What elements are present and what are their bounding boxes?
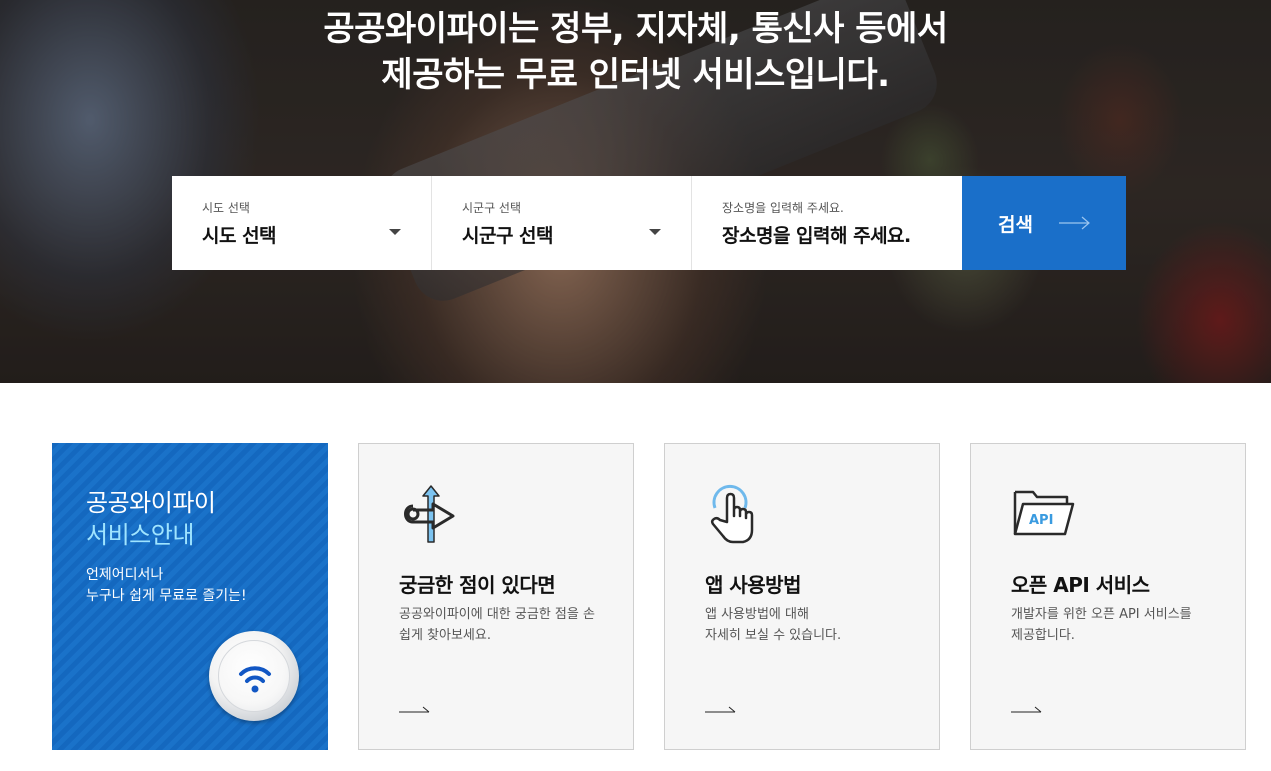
app-card-desc: 앱 사용방법에 대해 자세히 보실 수 있습니다. xyxy=(705,607,842,643)
faq-card-desc: 공공와이파이에 대한 궁금한 점을 손 쉽게 찾아보세요. xyxy=(399,607,595,643)
search-button[interactable]: 검색 xyxy=(962,176,1126,270)
touch-hand-icon xyxy=(710,485,754,544)
api-folder-icon: API xyxy=(1013,490,1075,536)
open-api-card[interactable]: API 오픈 API 서비스 개발자를 위한 오픈 API 서비스를 제공합니다… xyxy=(970,443,1246,750)
api-card-title: 오픈 API 서비스 xyxy=(1011,573,1150,597)
sigungu-select[interactable]: 시군구 선택 시군구 선택 xyxy=(432,176,692,270)
hero-title-line1: 공공와이파이는 정부, 지자체, 통신사 등에서 xyxy=(323,9,948,49)
service-card-subtitle: 서비스안내 xyxy=(86,521,194,549)
svg-text:API: API xyxy=(1029,513,1053,528)
place-input-placeholder: 장소명을 입력해 주세요. xyxy=(722,225,911,247)
arrow-right-icon[interactable] xyxy=(705,704,737,714)
app-card-title: 앱 사용방법 xyxy=(705,573,801,597)
service-info-card[interactable]: 공공와이파이 서비스안내 언제어디서나 누구나 쉽게 무료로 즐기는! xyxy=(52,443,328,750)
service-card-desc: 언제어디서나 누구나 쉽게 무료로 즐기는! xyxy=(86,567,247,604)
app-guide-card[interactable]: 앱 사용방법 앱 사용방법에 대해 자세히 보실 수 있습니다. xyxy=(664,443,940,750)
chevron-down-icon xyxy=(649,229,661,235)
sido-select[interactable]: 시도 선택 시도 선택 xyxy=(172,176,432,270)
place-input-label: 장소명을 입력해 주세요. xyxy=(722,201,844,215)
direction-arrows-icon xyxy=(404,485,455,543)
hero-title: 공공와이파이는 정부, 지자체, 통신사 등에서 제공하는 무료 인터넷 서비스… xyxy=(0,6,1271,98)
api-card-desc: 개발자를 위한 오픈 API 서비스를 제공합니다. xyxy=(1011,607,1192,643)
wifi-badge xyxy=(209,631,299,721)
wifi-icon xyxy=(239,666,271,693)
arrow-right-icon[interactable] xyxy=(399,704,431,714)
hero-title-line2: 제공하는 무료 인터넷 서비스입니다. xyxy=(381,55,890,95)
sido-select-label: 시도 선택 xyxy=(202,201,250,215)
place-search-input[interactable]: 장소명을 입력해 주세요. 장소명을 입력해 주세요. xyxy=(692,176,962,270)
chevron-down-icon xyxy=(389,229,401,235)
search-bar: 시도 선택 시도 선택 시군구 선택 시군구 선택 장소명을 입력해 주세요. … xyxy=(172,176,1126,270)
sigungu-select-label: 시군구 선택 xyxy=(462,201,522,215)
service-card-title: 공공와이파이 xyxy=(86,489,216,517)
search-button-label: 검색 xyxy=(998,213,1033,236)
hero-banner: 공공와이파이는 정부, 지자체, 통신사 등에서 제공하는 무료 인터넷 서비스… xyxy=(0,0,1271,383)
arrow-right-icon[interactable] xyxy=(1011,704,1043,714)
faq-card-title: 궁금한 점이 있다면 xyxy=(399,573,556,597)
faq-card[interactable]: 궁금한 점이 있다면 공공와이파이에 대한 궁금한 점을 손 쉽게 찾아보세요. xyxy=(358,443,634,750)
arrow-right-icon xyxy=(1058,216,1090,230)
